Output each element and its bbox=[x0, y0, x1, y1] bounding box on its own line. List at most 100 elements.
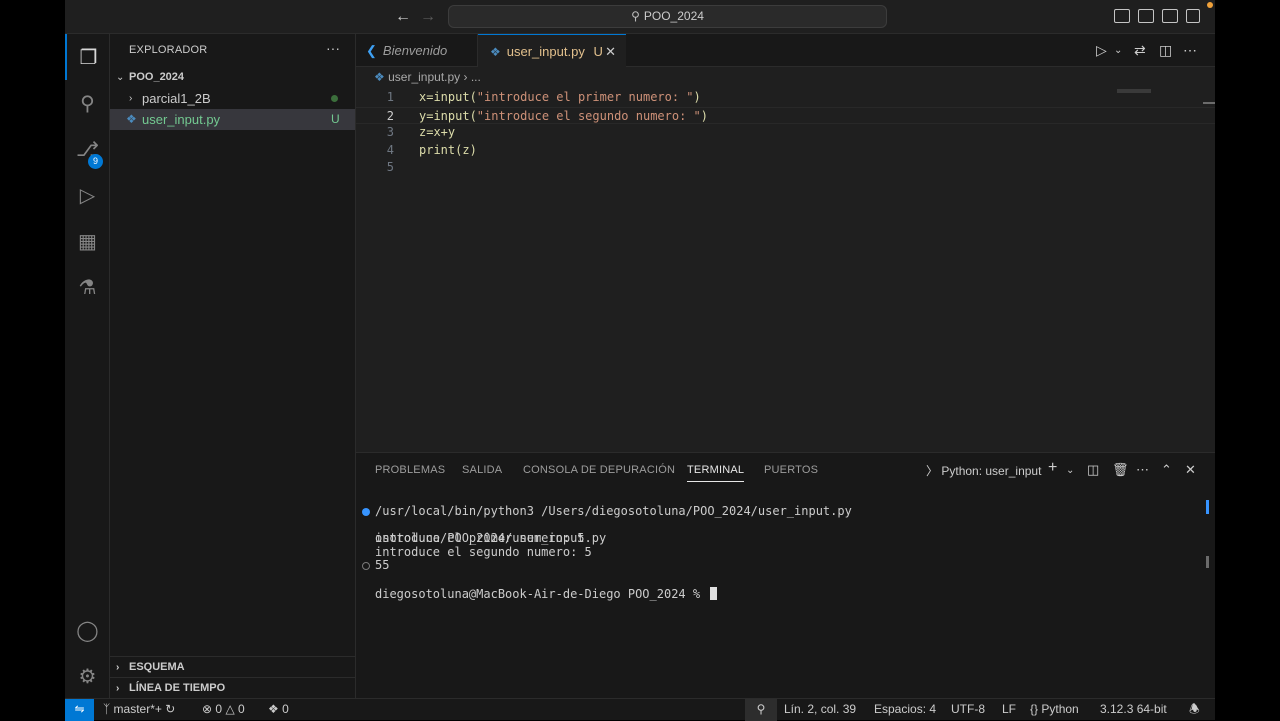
indentation[interactable]: Espacios: 4 bbox=[874, 699, 936, 720]
run-debug-icon[interactable]: ▷ bbox=[65, 172, 110, 218]
terminal-icon: 〉 bbox=[926, 464, 939, 478]
outline-section[interactable]: › ESQUEMA bbox=[110, 656, 355, 677]
open-changes-icon[interactable]: ⇄ bbox=[1134, 42, 1146, 59]
chevron-right-icon: › bbox=[129, 93, 133, 104]
extensions-icon[interactable]: ▦ bbox=[65, 218, 110, 264]
end-of-line[interactable]: LF bbox=[1002, 699, 1016, 720]
arrow-left-icon[interactable]: ← bbox=[395, 8, 411, 26]
close-icon[interactable]: ✕ bbox=[1185, 462, 1196, 478]
maximize-panel-icon[interactable]: ⌃ bbox=[1161, 462, 1172, 478]
toggle-secondary-sidebar-icon[interactable] bbox=[1162, 9, 1178, 23]
terminal-scroll-marker bbox=[1206, 500, 1209, 514]
status-bar: ⇋ ᛉ master*+ ↻ ⊗ 0 △ 0 ❖ 0 ⚲ Lín. 2, col… bbox=[65, 698, 1215, 721]
source-control-icon[interactable]: ⎇ 9 bbox=[65, 126, 110, 172]
minimap[interactable] bbox=[1117, 89, 1151, 93]
breadcrumb: ❖ user_input.py › ... bbox=[374, 70, 481, 84]
line-number: 5 bbox=[386, 160, 394, 174]
remote-indicator-icon[interactable]: ⇋ bbox=[65, 699, 94, 721]
terminal-selector[interactable]: 〉 Python: user_input bbox=[926, 462, 1041, 479]
chevron-down-icon: ⌄ bbox=[116, 72, 125, 83]
tab-terminal[interactable]: TERMINAL bbox=[687, 464, 745, 482]
branch-status[interactable]: ᛉ master*+ ↻ bbox=[103, 699, 175, 720]
tab-output[interactable]: SALIDA bbox=[462, 464, 502, 476]
timeline-section[interactable]: › LÍNEA DE TIEMPO bbox=[110, 677, 355, 698]
testing-icon[interactable]: ⚗ bbox=[65, 264, 110, 310]
gear-icon[interactable]: ⚙ bbox=[65, 653, 110, 699]
line-text: y=input("introduce el segundo numero: ") bbox=[419, 108, 708, 123]
python-interpreter[interactable]: 3.12.3 64-bit bbox=[1100, 699, 1167, 720]
line-text: print(z) bbox=[419, 142, 477, 157]
chevron-right-icon: › bbox=[116, 683, 120, 694]
editor-group: ❮ Bienvenido ❖ user_input.py U ✕ ▷ ⌄ ⇄ ◫ ⋯… bbox=[356, 34, 1215, 452]
more-actions-icon[interactable]: ··· bbox=[326, 40, 340, 56]
command-success-icon[interactable] bbox=[362, 507, 370, 516]
file-git-status: U bbox=[331, 112, 340, 126]
command-pending-icon[interactable] bbox=[362, 562, 370, 571]
terminal-prompt: diegosotoluna@MacBook-Air-de-Diego POO_2… bbox=[375, 586, 718, 602]
python-file-icon: ❖ bbox=[490, 45, 501, 59]
split-editor-icon[interactable]: ◫ bbox=[1159, 42, 1172, 59]
editor-scrollbar[interactable] bbox=[1203, 102, 1215, 104]
tree-item-file[interactable]: ❖ user_input.py U bbox=[110, 109, 355, 130]
terminal-scroll-marker bbox=[1206, 556, 1209, 568]
run-python-icon[interactable]: ▷ bbox=[1096, 42, 1107, 59]
breadcrumb-rest[interactable]: ... bbox=[471, 70, 481, 84]
language-mode[interactable]: {} Python bbox=[1030, 699, 1079, 720]
breadcrumb-separator-icon: › bbox=[463, 70, 468, 84]
python-file-icon: ❖ bbox=[374, 70, 385, 84]
line-number: 1 bbox=[386, 90, 394, 104]
explorer-icon[interactable]: ❐ bbox=[65, 34, 110, 80]
braces-icon: {} bbox=[1030, 702, 1039, 716]
command-center-search[interactable]: ⚲ POO_2024 bbox=[448, 5, 887, 28]
tab-debug-console[interactable]: CONSOLA DE DEPURACIÓN bbox=[523, 464, 675, 476]
close-icon[interactable]: ✕ bbox=[605, 35, 616, 68]
tab-user-input[interactable]: ❖ user_input.py U ✕ bbox=[478, 34, 626, 67]
zoom-icon[interactable]: ⚲ bbox=[745, 699, 777, 721]
cursor-position[interactable]: Lín. 2, col. 39 bbox=[784, 699, 856, 720]
file-label: user_input.py bbox=[142, 112, 221, 127]
tab-welcome[interactable]: ❮ Bienvenido bbox=[356, 34, 478, 67]
more-actions-icon[interactable]: ⋯ bbox=[1136, 462, 1149, 478]
explorer-title: EXPLORADOR bbox=[129, 44, 208, 56]
search-icon[interactable]: ⚲ bbox=[65, 80, 110, 126]
customize-layout-icon[interactable] bbox=[1186, 9, 1200, 23]
tab-git-status: U bbox=[593, 44, 603, 59]
ports-status[interactable]: ❖ 0 bbox=[268, 699, 289, 720]
problems-status[interactable]: ⊗ 0 △ 0 bbox=[202, 699, 245, 720]
error-icon: ⊗ bbox=[202, 702, 213, 716]
arrow-right-icon[interactable]: → bbox=[420, 8, 436, 26]
chevron-down-icon[interactable]: ⌄ bbox=[1066, 465, 1074, 476]
tab-ports[interactable]: PUERTOS bbox=[764, 464, 818, 476]
code-line: 5 bbox=[356, 159, 1215, 177]
root-folder-label: POO_2024 bbox=[129, 71, 185, 83]
terminal-cursor bbox=[710, 586, 718, 600]
tree-root-folder[interactable]: ⌄ POO_2024 bbox=[110, 67, 355, 88]
more-actions-icon[interactable]: ⋯ bbox=[1183, 42, 1197, 59]
tree-item-folder[interactable]: › parcial1_2B bbox=[110, 88, 355, 109]
search-icon: ⚲ bbox=[631, 9, 640, 23]
encoding[interactable]: UTF-8 bbox=[951, 699, 985, 720]
terminal-line: introduce el primer numero: 5 bbox=[375, 531, 585, 546]
toggle-primary-sidebar-icon[interactable] bbox=[1114, 9, 1130, 23]
split-terminal-icon[interactable]: ◫ bbox=[1087, 462, 1099, 478]
editor-tabs: ❮ Bienvenido ❖ user_input.py U ✕ ▷ ⌄ ⇄ ◫ ⋯ bbox=[356, 34, 1215, 67]
toggle-panel-icon[interactable] bbox=[1138, 9, 1154, 23]
bottom-panel: PROBLEMAS SALIDA CONSOLA DE DEPURACIÓN T… bbox=[356, 452, 1215, 698]
line-number: 3 bbox=[386, 125, 394, 139]
breadcrumb-file[interactable]: user_input.py bbox=[388, 70, 460, 84]
code-editor[interactable]: 1 x=input("introduce el primer numero: "… bbox=[356, 89, 1215, 177]
trash-icon[interactable]: 🗑 bbox=[1112, 462, 1129, 478]
bell-icon[interactable]: 🕭 bbox=[1189, 699, 1200, 720]
tab-problems[interactable]: PROBLEMAS bbox=[375, 464, 445, 476]
terminal-name: Python: user_input bbox=[941, 464, 1042, 478]
tab-active-label: user_input.py bbox=[506, 44, 585, 59]
account-icon[interactable]: ◯ bbox=[65, 607, 110, 653]
terminal-output[interactable]: /usr/local/bin/python3 /Users/diegosotol… bbox=[356, 491, 1215, 601]
scm-count-badge: 9 bbox=[88, 154, 103, 169]
terminal-prompt-line: diegosotoluna@MacBook-Air-de-Diego POO_2… bbox=[356, 559, 1215, 601]
line-text: z=x+y bbox=[419, 125, 456, 139]
update-badge bbox=[1207, 2, 1213, 8]
warning-icon: △ bbox=[225, 702, 235, 716]
add-terminal-icon[interactable]: + bbox=[1048, 459, 1057, 477]
chevron-down-icon[interactable]: ⌄ bbox=[1114, 45, 1122, 56]
